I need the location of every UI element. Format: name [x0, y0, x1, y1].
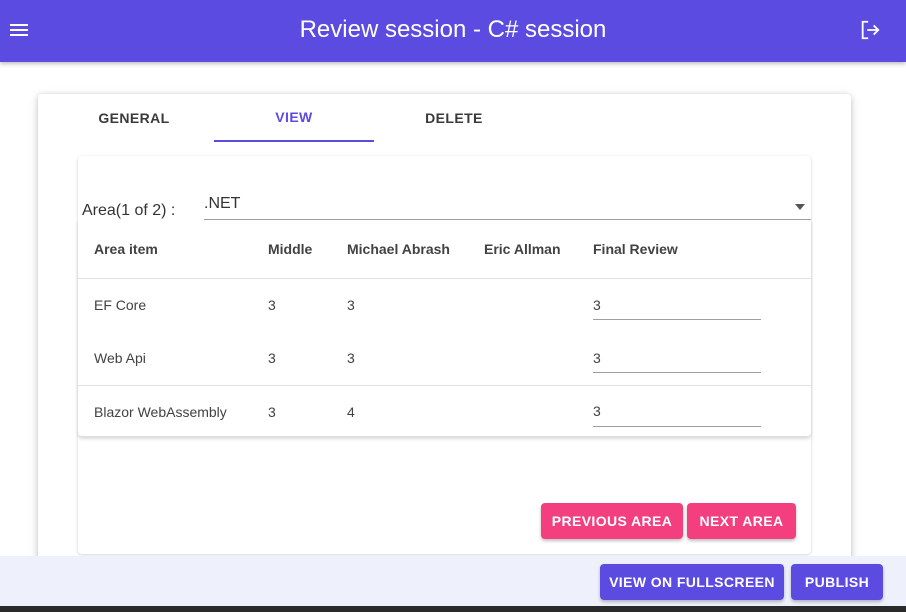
final-review-input[interactable]: [593, 290, 761, 321]
cell-michael: 3: [347, 350, 355, 367]
tab-bar: GENERAL VIEW DELETE: [54, 94, 534, 142]
area-select[interactable]: .NET: [204, 192, 811, 220]
view-fullscreen-button[interactable]: VIEW ON FULLSCREEN: [600, 564, 784, 600]
cell-eric: [468, 332, 577, 385]
header-middle: Middle: [252, 220, 331, 279]
cell-final-review: [577, 384, 811, 438]
cell-middle: 3: [268, 297, 276, 314]
final-review-input[interactable]: [593, 396, 761, 427]
cell-area-item: Blazor WebAssembly: [78, 384, 252, 438]
header-final-review: Final Review: [577, 220, 811, 279]
review-card: GENERAL VIEW DELETE Area(1 of 2) : .NET …: [38, 94, 851, 564]
tab-general[interactable]: GENERAL: [54, 94, 214, 142]
cell-area-item: EF Core: [94, 297, 147, 314]
table-row: Web Api 3 3: [78, 332, 811, 385]
cell-final-review: [577, 332, 811, 385]
cell-middle: 3: [268, 350, 276, 367]
table-row: Blazor WebAssembly 3 4: [78, 384, 811, 438]
logout-icon: [861, 20, 880, 40]
tab-delete[interactable]: DELETE: [374, 94, 534, 142]
app-bar: Review session - C# session: [0, 0, 906, 62]
page-title: Review session - C# session: [299, 16, 607, 43]
logout-button[interactable]: [854, 14, 886, 46]
cell-eric: [468, 384, 577, 438]
area-select-value: .NET: [204, 195, 241, 212]
table-row: EF Core 3 3: [78, 278, 811, 332]
header-eric-allman: Eric Allman: [468, 220, 577, 279]
cell-michael: 4: [331, 384, 468, 438]
next-area-button[interactable]: NEXT AREA: [687, 503, 796, 539]
tab-view[interactable]: VIEW: [214, 94, 374, 142]
previous-area-button[interactable]: PREVIOUS AREA: [541, 503, 683, 539]
footer-bar: VIEW ON FULLSCREEN PUBLISH: [0, 556, 906, 606]
final-review-input[interactable]: [593, 343, 761, 374]
bottom-strip: [0, 606, 906, 612]
header-michael-abrash: Michael Abrash: [331, 220, 468, 279]
cell-area-item: Web Api: [94, 350, 146, 367]
area-panel: Area(1 of 2) : .NET Area item Middle Mic…: [78, 156, 811, 554]
area-label: Area(1 of 2) :: [82, 202, 176, 219]
cell-michael: 3: [347, 297, 355, 314]
cell-middle: 3: [252, 384, 331, 438]
publish-button[interactable]: PUBLISH: [791, 564, 883, 600]
cell-eric: [468, 278, 577, 332]
chevron-down-icon: [795, 204, 805, 210]
area-items-table: Area item Middle Michael Abrash Eric All…: [78, 220, 811, 438]
header-area-item: Area item: [78, 220, 252, 279]
cell-final-review: [577, 278, 811, 332]
